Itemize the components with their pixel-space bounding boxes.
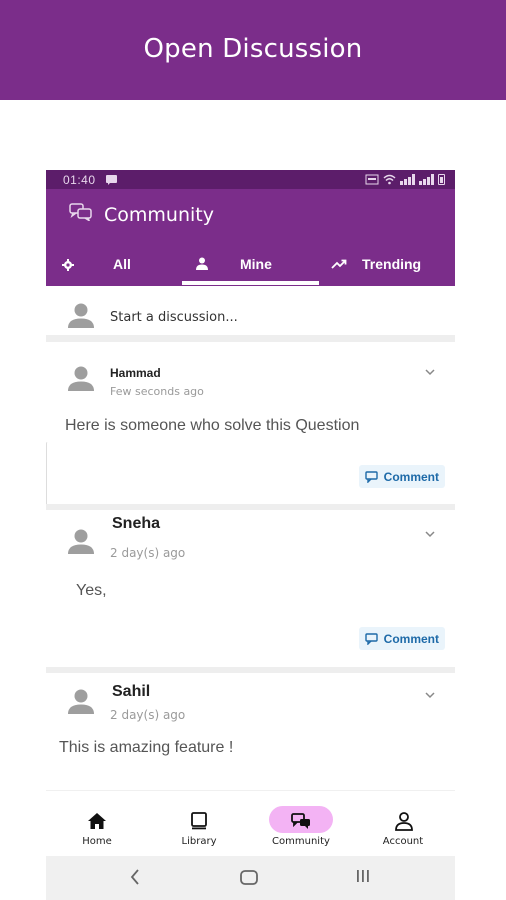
comment-button[interactable]: Comment xyxy=(358,465,445,488)
wifi-icon xyxy=(383,174,396,185)
post-author: Sneha xyxy=(112,515,161,532)
active-tab-indicator xyxy=(182,281,319,285)
chevron-down-icon[interactable] xyxy=(425,690,435,700)
comment-icon xyxy=(364,470,378,483)
page-banner: Open Discussion xyxy=(0,0,506,100)
user-avatar-icon xyxy=(68,303,94,328)
comment-icon xyxy=(364,632,378,645)
volte-icon xyxy=(365,174,379,185)
status-time: 01:40 xyxy=(63,173,96,187)
back-icon[interactable] xyxy=(129,868,141,886)
app-bar: Community All Mine Trending xyxy=(46,189,455,286)
chevron-down-icon[interactable] xyxy=(425,367,435,377)
tab-all[interactable]: All xyxy=(46,244,182,284)
comment-label: Comment xyxy=(383,469,439,484)
post-author: Hammad xyxy=(110,366,161,380)
status-bar: 01:40 xyxy=(46,170,455,189)
library-icon xyxy=(191,812,207,830)
post-time: 2 day(s) ago xyxy=(110,546,186,560)
comment-label: Comment xyxy=(383,631,439,646)
nav-community[interactable]: Community xyxy=(250,791,352,857)
post-time: Few seconds ago xyxy=(110,385,204,398)
tab-all-label: All xyxy=(113,256,131,272)
post-body: This is amazing feature ! xyxy=(59,739,234,756)
status-icons xyxy=(365,174,445,185)
author-avatar-icon xyxy=(68,366,94,391)
trending-icon xyxy=(331,259,347,269)
post-author: Sahil xyxy=(112,683,151,700)
nav-community-label: Community xyxy=(272,836,330,847)
nav-home[interactable]: Home xyxy=(46,791,148,857)
person-icon xyxy=(196,257,208,270)
system-navigation-bar xyxy=(46,856,455,900)
post-body: Here is someone who solve this Question xyxy=(65,417,360,434)
post-card: Sahil 2 day(s) ago This is amazing featu… xyxy=(46,673,455,790)
start-discussion-row[interactable]: Start a discussion... xyxy=(46,288,455,342)
chevron-down-icon[interactable] xyxy=(425,529,435,539)
post-card: Hammad Few seconds ago Here is someone w… xyxy=(46,349,455,504)
chat-bubbles-icon xyxy=(69,203,92,221)
message-icon xyxy=(106,175,117,185)
app-title: Community xyxy=(104,204,214,226)
post-card: Sneha 2 day(s) ago Yes, Comment xyxy=(46,510,455,667)
community-icon xyxy=(291,813,310,829)
start-discussion-input[interactable]: Start a discussion... xyxy=(110,310,238,325)
post-time: 2 day(s) ago xyxy=(110,708,186,722)
tab-trending-label: Trending xyxy=(362,256,422,272)
tab-bar: All Mine Trending xyxy=(46,244,455,284)
tab-trending[interactable]: Trending xyxy=(318,244,455,284)
nav-home-label: Home xyxy=(82,836,112,847)
bottom-navigation: Home Library Community Account xyxy=(46,790,455,856)
battery-icon xyxy=(438,174,445,185)
tab-mine[interactable]: Mine xyxy=(182,244,318,284)
comment-button[interactable]: Comment xyxy=(358,627,445,650)
signal-icon xyxy=(400,174,415,185)
home-icon xyxy=(88,813,106,829)
signal-icon-2 xyxy=(419,174,434,185)
nav-account[interactable]: Account xyxy=(352,791,455,857)
author-avatar-icon xyxy=(68,529,94,554)
gear-icon xyxy=(62,259,74,271)
nav-account-label: Account xyxy=(382,836,424,847)
home-button-icon[interactable] xyxy=(240,870,258,885)
tab-mine-label: Mine xyxy=(240,256,272,272)
nav-library[interactable]: Library xyxy=(148,791,250,857)
post-body: Yes, xyxy=(76,582,107,599)
banner-title: Open Discussion xyxy=(143,34,363,64)
nav-library-label: Library xyxy=(181,836,217,847)
phone-screen: 01:40 Community All Mine Trending Start … xyxy=(46,170,455,900)
author-avatar-icon xyxy=(68,689,94,714)
account-icon xyxy=(394,812,413,831)
recent-apps-icon[interactable] xyxy=(355,868,371,884)
